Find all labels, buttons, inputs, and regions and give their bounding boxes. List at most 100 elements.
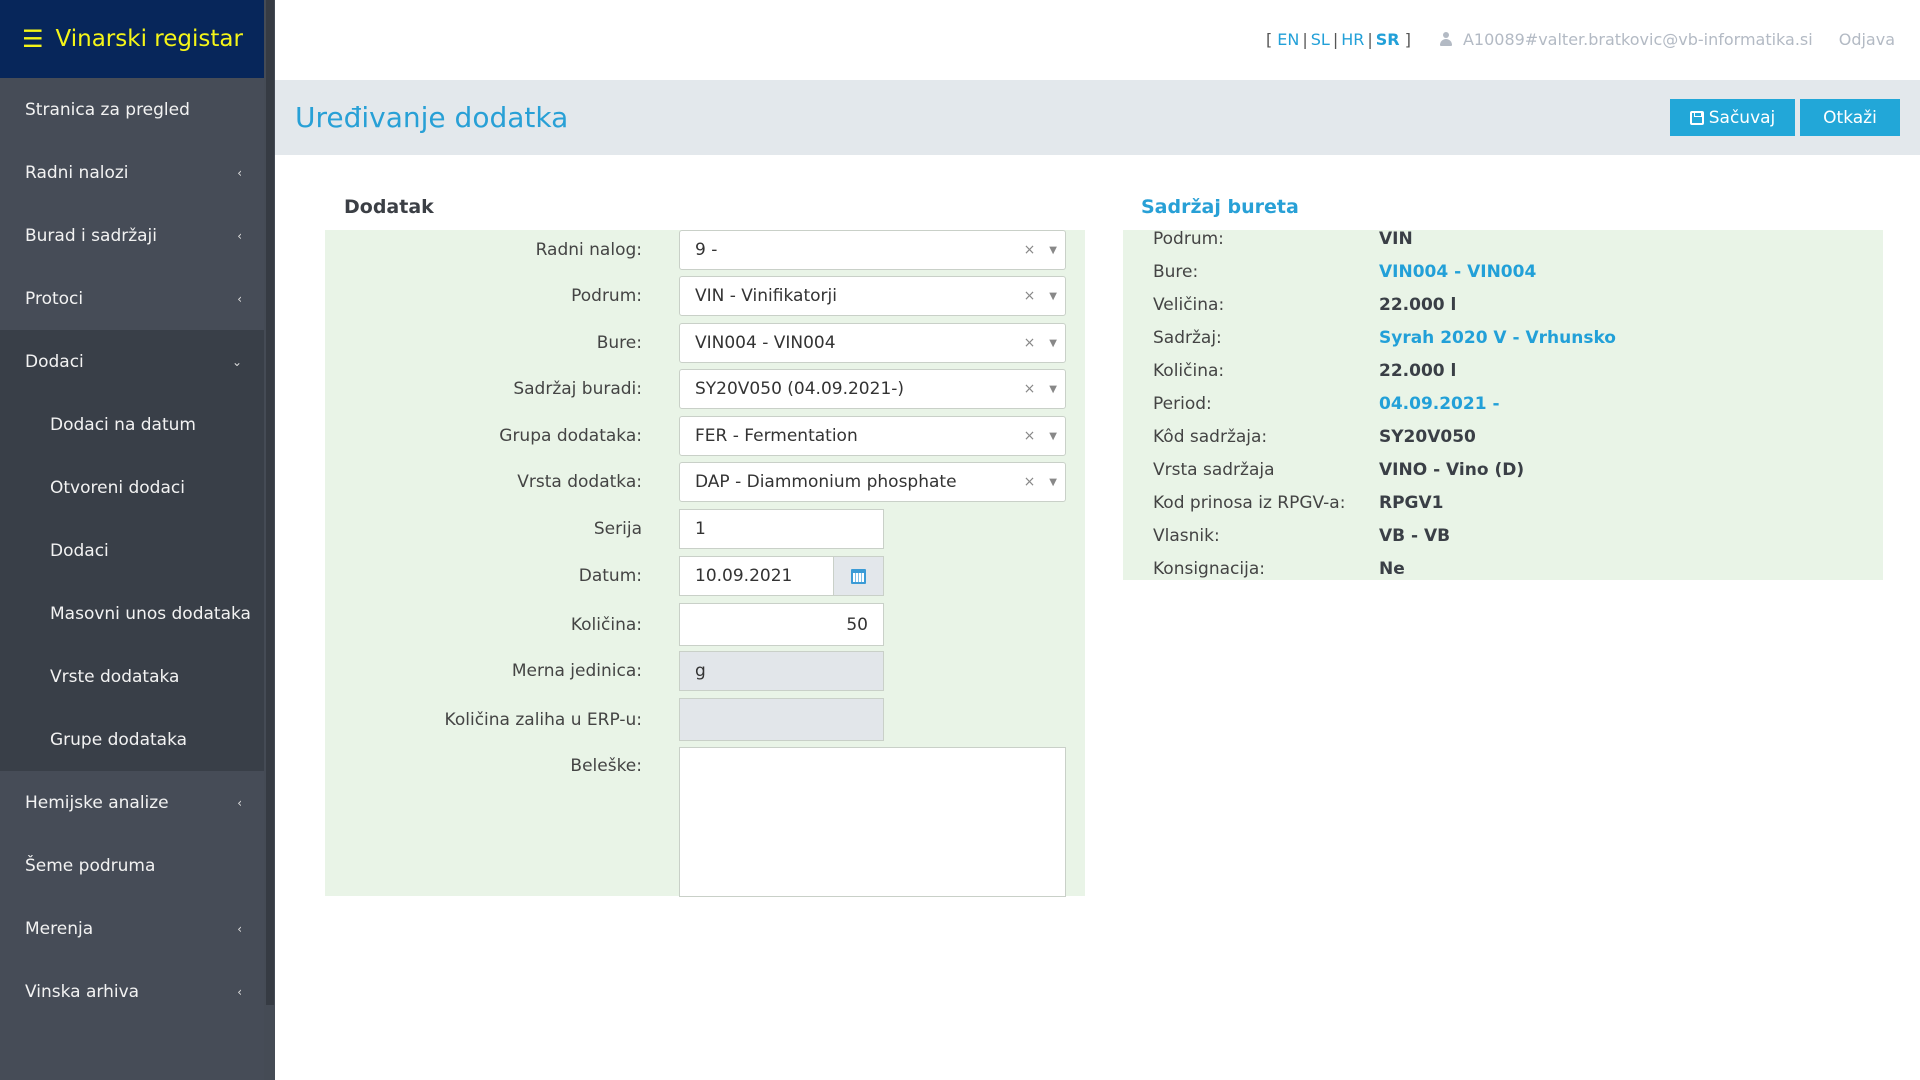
sidebar-item-radni-nalozi[interactable]: Radni nalozi ‹ — [0, 141, 264, 204]
info-label: Kod prinosa iz RPGV-a: — [1153, 492, 1346, 513]
vrsta-dodatka-select[interactable]: DAP - Diammonium phosphate × ▼ — [679, 462, 1066, 502]
sidebar-subitem-dodaci[interactable]: Dodaci — [0, 519, 264, 582]
sidebar-item-merenja[interactable]: Merenja ‹ — [0, 897, 264, 960]
logout-link[interactable]: Odjava — [1839, 30, 1895, 49]
caret-down-icon[interactable]: ▼ — [1049, 338, 1057, 349]
info-value: Ne — [1379, 558, 1405, 579]
label-bure: Bure: — [596, 333, 642, 353]
sidebar-subitem-vrste-dodataka[interactable]: Vrste dodataka — [0, 645, 264, 708]
sidebar-item-dodaci[interactable]: Dodaci ⌄ — [0, 330, 264, 393]
label-beleske: Beleške: — [570, 756, 642, 776]
select-value: VIN - Vinifikatorji — [695, 286, 837, 306]
sidebar-item-burad-i-sadrzaji[interactable]: Burad i sadržaji ‹ — [0, 204, 264, 267]
sidebar-item-label: Dodaci na datum — [50, 414, 196, 435]
chevron-down-icon: ⌄ — [231, 354, 242, 369]
sidebar-item-label: Dodaci — [25, 351, 84, 372]
period-link[interactable]: 04.09.2021 - — [1379, 394, 1500, 414]
info-row: Vlasnik: VB - VB — [1123, 519, 1450, 552]
info-row: Period: 04.09.2021 - — [1123, 387, 1500, 420]
info-label: Bure: — [1153, 261, 1199, 282]
page-title: Uređivanje dodatka — [295, 101, 569, 134]
lang-sr[interactable]: SR — [1376, 30, 1400, 49]
save-button[interactable]: Sačuvaj — [1670, 99, 1795, 136]
row-kolicina: Količina: — [325, 603, 642, 646]
user-info[interactable]: A10089#valter.bratkovic@vb-informatika.s… — [1439, 30, 1813, 49]
label-vrsta-dodatka: Vrsta dodatka: — [517, 472, 642, 492]
caret-down-icon[interactable]: ▼ — [1049, 245, 1057, 256]
sidebar-item-protoci[interactable]: Protoci ‹ — [0, 267, 264, 330]
sidebar-item-hemijske-analize[interactable]: Hemijske analize ‹ — [0, 771, 264, 834]
row-radni-nalog: Radni nalog: — [325, 230, 642, 270]
sidebar-subitem-otvoreni-dodaci[interactable]: Otvoreni dodaci — [0, 456, 264, 519]
sidebar-subitem-masovni-unos-dodataka[interactable]: Masovni unos dodataka — [0, 582, 264, 645]
chevron-left-icon: ‹ — [237, 291, 242, 306]
sidebar-item-label: Grupe dodataka — [50, 729, 188, 750]
hamburger-icon[interactable]: ☰ — [22, 25, 44, 53]
sidebar-item-label: Merenja — [25, 918, 94, 939]
calendar-icon — [851, 568, 866, 584]
sidebar: ☰ Vinarski registar Stranica za pregled … — [0, 0, 264, 1080]
radni-nalog-select[interactable]: 9 - × ▼ — [679, 230, 1066, 270]
user-name: A10089#valter.bratkovic@vb-informatika.s… — [1462, 29, 1813, 49]
info-row: Bure: VIN004 - VIN004 — [1123, 255, 1536, 288]
calendar-button[interactable] — [833, 557, 883, 595]
select-value: DAP - Diammonium phosphate — [695, 472, 957, 492]
sidebar-item-label: Masovni unos dodataka — [50, 603, 251, 624]
sidebar-subitem-dodaci-na-datum[interactable]: Dodaci na datum — [0, 393, 264, 456]
caret-down-icon[interactable]: ▼ — [1049, 384, 1057, 395]
select-value: FER - Fermentation — [695, 426, 858, 446]
caret-down-icon[interactable]: ▼ — [1049, 477, 1057, 488]
lang-hr[interactable]: HR — [1341, 30, 1364, 49]
lang-en[interactable]: EN — [1277, 30, 1299, 49]
label-kolicina: Količina: — [570, 614, 642, 635]
bure-select[interactable]: VIN004 - VIN004 × ▼ — [679, 323, 1066, 363]
separator: | — [1332, 29, 1339, 49]
label-merna-jedinica: Merna jedinica: — [511, 661, 642, 681]
bure-link[interactable]: VIN004 - VIN004 — [1379, 262, 1536, 282]
bracket: ] — [1404, 29, 1411, 49]
serija-input[interactable]: 1 — [679, 509, 884, 549]
sadrzaj-link[interactable]: Syrah 2020 V - Vrhunsko — [1379, 328, 1616, 348]
info-label: Konsignacija: — [1153, 558, 1265, 579]
row-grupa: Grupa dodataka: — [325, 416, 642, 456]
caret-down-icon[interactable]: ▼ — [1049, 431, 1057, 442]
info-label: Podrum: — [1153, 228, 1224, 249]
select-value: SY20V050 (04.09.2021-) — [695, 379, 905, 399]
sidebar-item-vinska-arhiva[interactable]: Vinska arhiva ‹ — [0, 960, 264, 1023]
info-row: Sadržaj: Syrah 2020 V - Vrhunsko — [1123, 321, 1616, 354]
kolicina-zaliha-field — [679, 698, 884, 741]
clear-icon[interactable]: × — [1024, 428, 1036, 444]
sidebar-item-seme-podruma[interactable]: Šeme podruma — [0, 834, 264, 897]
sidebar-subitem-grupe-dodataka[interactable]: Grupe dodataka — [0, 708, 264, 771]
lang-sl[interactable]: SL — [1311, 30, 1330, 49]
sidebar-item-stranica-za-pregled[interactable]: Stranica za pregled — [0, 78, 264, 141]
clear-icon[interactable]: × — [1024, 242, 1036, 258]
info-value: SY20V050 — [1379, 426, 1476, 447]
page-actions: Sačuvaj Otkaži — [1670, 99, 1900, 136]
sidebar-group-dodaci: Dodaci ⌄ Dodaci na datum Otvoreni dodaci… — [0, 330, 264, 771]
separator: | — [1302, 29, 1308, 49]
beleske-textarea[interactable] — [679, 747, 1066, 897]
datum-input[interactable]: 10.09.2021 — [680, 557, 833, 595]
sidebar-scrollbar-thumb[interactable] — [266, 0, 274, 1005]
clear-icon[interactable]: × — [1024, 335, 1036, 351]
row-sadrzaj-buradi: Sadržaj buradi: — [325, 369, 642, 409]
app-brand[interactable]: ☰ Vinarski registar — [0, 0, 264, 78]
podrum-select[interactable]: VIN - Vinifikatorji × ▼ — [679, 276, 1066, 316]
clear-icon[interactable]: × — [1024, 288, 1036, 304]
caret-down-icon[interactable]: ▼ — [1049, 291, 1057, 302]
app-title: Vinarski registar — [55, 26, 243, 52]
clear-icon[interactable]: × — [1024, 381, 1036, 397]
info-value: VIN — [1379, 228, 1413, 249]
chevron-left-icon: ‹ — [237, 795, 242, 810]
label-serija: Serija — [593, 519, 642, 539]
kolicina-input[interactable]: 50 — [679, 603, 884, 646]
cancel-button[interactable]: Otkaži — [1800, 99, 1900, 136]
row-beleske: Beleške: — [325, 747, 642, 785]
info-value: VINO - Vino (D) — [1379, 459, 1525, 480]
row-podrum: Podrum: — [325, 276, 642, 316]
input-value: 1 — [695, 519, 706, 539]
grupa-dodataka-select[interactable]: FER - Fermentation × ▼ — [679, 416, 1066, 456]
clear-icon[interactable]: × — [1024, 474, 1036, 490]
sadrzaj-buradi-select[interactable]: SY20V050 (04.09.2021-) × ▼ — [679, 369, 1066, 409]
